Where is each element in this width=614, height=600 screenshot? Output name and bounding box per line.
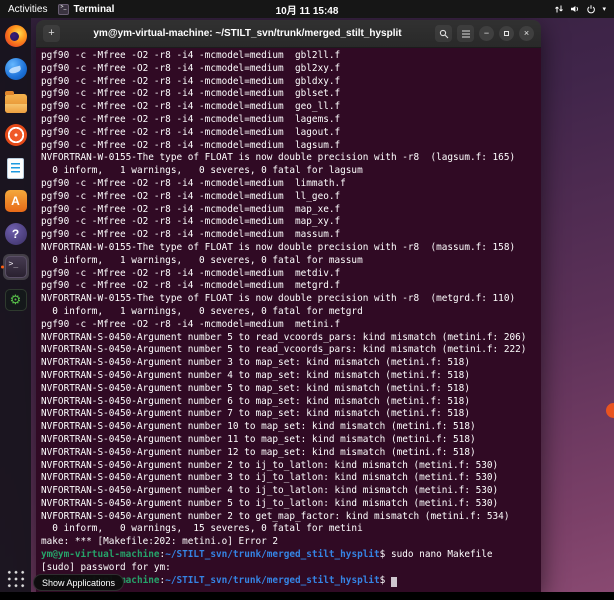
activities-button[interactable]: Activities <box>8 4 47 15</box>
terminal-line: pgf90 -c -Mfree -O2 -r8 -i4 -mcmodel=med… <box>41 63 541 76</box>
terminal-output[interactable]: pgf90 -c -Mfree -O2 -r8 -i4 -mcmodel=med… <box>36 48 541 592</box>
show-applications-button[interactable] <box>3 566 29 592</box>
terminal-line: 0 inform, 0 warnings, 15 severes, 0 fata… <box>41 523 541 536</box>
minimize-button[interactable]: − <box>479 26 494 41</box>
terminal-line: NVFORTRAN-S-0450-Argument number 5 to re… <box>41 344 541 357</box>
search-icon <box>439 29 449 39</box>
terminal-line: 0 inform, 1 warnings, 0 severes, 0 fatal… <box>41 255 541 268</box>
terminal-line: pgf90 -c -Mfree -O2 -r8 -i4 -mcmodel=med… <box>41 268 541 281</box>
terminal-line: 0 inform, 1 warnings, 0 severes, 0 fatal… <box>41 306 541 319</box>
terminal-line: [sudo] password for ym: <box>41 562 541 575</box>
dock-items <box>3 23 29 313</box>
terminal-line: pgf90 -c -Mfree -O2 -r8 -i4 -mcmodel=med… <box>41 50 541 63</box>
network-icon <box>554 4 564 14</box>
notification-edge-dot <box>606 403 614 418</box>
dock-item-thunderbird[interactable] <box>3 56 29 82</box>
dock-item-green-tool[interactable] <box>3 287 29 313</box>
terminal-line: NVFORTRAN-S-0450-Argument number 11 to m… <box>41 434 541 447</box>
search-button[interactable] <box>435 25 452 42</box>
terminal-line: NVFORTRAN-S-0450-Argument number 6 to ma… <box>41 396 541 409</box>
terminal-line: pgf90 -c -Mfree -O2 -r8 -i4 -mcmodel=med… <box>41 216 541 229</box>
terminal-line: NVFORTRAN-S-0450-Argument number 7 to ma… <box>41 408 541 421</box>
terminal-line: pgf90 -c -Mfree -O2 -r8 -i4 -mcmodel=med… <box>41 140 541 153</box>
terminal-line: pgf90 -c -Mfree -O2 -r8 -i4 -mcmodel=med… <box>41 101 541 114</box>
bottom-strip <box>0 592 614 600</box>
desktop: { "top_bar": { "activities": "Activities… <box>0 0 614 600</box>
terminal-line: pgf90 -c -Mfree -O2 -r8 -i4 -mcmodel=med… <box>41 280 541 293</box>
maximize-button[interactable] <box>499 26 514 41</box>
libreoffice-writer-icon <box>7 158 24 179</box>
show-applications-tooltip: Show Applications <box>33 574 124 591</box>
dock-item-rhythmbox[interactable] <box>3 122 29 148</box>
terminal-line: NVFORTRAN-S-0450-Argument number 4 to ma… <box>41 370 541 383</box>
terminal-line: pgf90 -c -Mfree -O2 -r8 -i4 -mcmodel=med… <box>41 319 541 332</box>
terminal-line: pgf90 -c -Mfree -O2 -r8 -i4 -mcmodel=med… <box>41 76 541 89</box>
terminal-line: NVFORTRAN-S-0450-Argument number 12 to m… <box>41 447 541 460</box>
terminal-app-icon <box>58 4 69 15</box>
clock[interactable]: 10月 11 15:48 <box>276 2 339 17</box>
dock-item-ubuntu-software[interactable] <box>3 188 29 214</box>
hamburger-icon <box>461 30 471 38</box>
top-bar: Activities Terminal 10月 11 15:48 ▾ <box>0 0 614 18</box>
terminal-icon <box>5 256 27 278</box>
terminal-window: + ym@ym-virtual-machine: ~/STILT_svn/tru… <box>36 20 541 592</box>
terminal-line: pgf90 -c -Mfree -O2 -r8 -i4 -mcmodel=med… <box>41 88 541 101</box>
terminal-line: NVFORTRAN-S-0450-Argument number 3 to ij… <box>41 472 541 485</box>
new-tab-button[interactable]: + <box>43 25 60 42</box>
help-icon <box>5 223 27 245</box>
dock-item-libreoffice-writer[interactable] <box>3 155 29 181</box>
window-title: ym@ym-virtual-machine: ~/STILT_svn/trunk… <box>65 28 430 39</box>
close-button[interactable]: × <box>519 26 534 41</box>
thunderbird-icon <box>5 58 27 80</box>
terminal-line: pgf90 -c -Mfree -O2 -r8 -i4 -mcmodel=med… <box>41 204 541 217</box>
terminal-line: NVFORTRAN-W-0155-The type of FLOAT is no… <box>41 293 541 306</box>
terminal-line: pgf90 -c -Mfree -O2 -r8 -i4 -mcmodel=med… <box>41 178 541 191</box>
terminal-line: NVFORTRAN-S-0450-Argument number 5 to ma… <box>41 383 541 396</box>
files-icon <box>5 94 27 113</box>
dock-item-terminal[interactable] <box>3 254 29 280</box>
terminal-line: NVFORTRAN-S-0450-Argument number 5 to ij… <box>41 498 541 511</box>
terminal-line: NVFORTRAN-S-0450-Argument number 10 to m… <box>41 421 541 434</box>
dock <box>0 18 31 600</box>
terminal-line: make: *** [Makefile:202: metini.o] Error… <box>41 536 541 549</box>
terminal-line: 0 inform, 1 warnings, 0 severes, 0 fatal… <box>41 165 541 178</box>
ubuntu-software-icon <box>5 190 27 212</box>
dock-item-firefox[interactable] <box>3 23 29 49</box>
volume-icon <box>570 4 580 14</box>
terminal-line: NVFORTRAN-S-0450-Argument number 3 to ma… <box>41 357 541 370</box>
terminal-line: pgf90 -c -Mfree -O2 -r8 -i4 -mcmodel=med… <box>41 127 541 140</box>
terminal-line: pgf90 -c -Mfree -O2 -r8 -i4 -mcmodel=med… <box>41 229 541 242</box>
terminal-line: NVFORTRAN-W-0155-The type of FLOAT is no… <box>41 242 541 255</box>
terminal-line: NVFORTRAN-S-0450-Argument number 4 to ij… <box>41 485 541 498</box>
title-bar[interactable]: + ym@ym-virtual-machine: ~/STILT_svn/tru… <box>36 20 541 48</box>
terminal-line: pgf90 -c -Mfree -O2 -r8 -i4 -mcmodel=med… <box>41 191 541 204</box>
power-icon <box>586 4 596 14</box>
dock-item-files[interactable] <box>3 89 29 115</box>
terminal-line: NVFORTRAN-S-0450-Argument number 2 to ge… <box>41 511 541 524</box>
rhythmbox-icon <box>5 124 27 146</box>
system-tray[interactable]: ▾ <box>554 4 614 14</box>
firefox-icon <box>5 25 27 47</box>
terminal-line: NVFORTRAN-S-0450-Argument number 5 to re… <box>41 332 541 345</box>
app-menu[interactable]: Terminal <box>58 4 114 15</box>
terminal-line: pgf90 -c -Mfree -O2 -r8 -i4 -mcmodel=med… <box>41 114 541 127</box>
green-tool-icon <box>5 289 27 311</box>
terminal-line: NVFORTRAN-W-0155-The type of FLOAT is no… <box>41 152 541 165</box>
terminal-line: ym@ym-virtual-machine:~/STILT_svn/trunk/… <box>41 549 541 562</box>
dock-item-help[interactable] <box>3 221 29 247</box>
show-applications-grid-icon <box>6 569 26 589</box>
app-menu-label: Terminal <box>73 4 114 15</box>
maximize-icon <box>504 31 509 36</box>
terminal-line: NVFORTRAN-S-0450-Argument number 2 to ij… <box>41 460 541 473</box>
menu-button[interactable] <box>457 25 474 42</box>
chevron-down-icon: ▾ <box>602 5 606 13</box>
